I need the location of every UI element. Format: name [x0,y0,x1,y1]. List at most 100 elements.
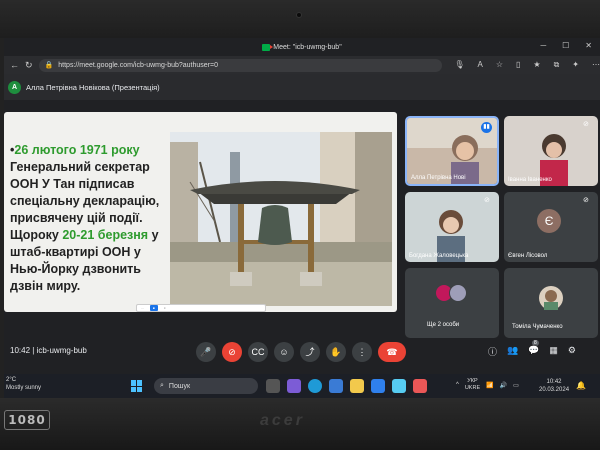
chat-icon[interactable]: 💬 [528,345,539,358]
info-icon[interactable]: ⓘ [488,345,497,358]
close-icon[interactable]: ✕ [585,41,592,50]
peace-bell-photo [170,132,392,306]
battery-icon[interactable]: ▭ [513,382,519,389]
people-icon[interactable]: 👥 [507,345,518,358]
camera-off-button[interactable]: ⊘ [222,342,242,362]
call-controls: 🎤 ⊘ CC ☺ ⤴ ✋ ⋮ ☎ [196,342,406,362]
tray-chevron-icon[interactable]: ^ [456,382,459,388]
browser-titlebar: Meet: "icb-uwmg-bub" ─ ☐ ✕ [4,38,600,56]
clock-time: 10:42 [546,379,562,385]
raise-hand-button[interactable]: ✋ [326,342,346,362]
split-screen-icon[interactable]: ▯ [516,60,520,70]
address-bar: ← ↻ 🔒 https://meet.google.com/icb-uwmg-b… [4,56,600,74]
taskbar-clock[interactable]: 10:42 20.03.2024 [539,378,569,394]
stop-sharing-button[interactable]: ■ [150,305,158,311]
search-icon: ⌕ [160,382,164,389]
windows-taskbar: 2°C Mostly sunny ⌕ Пошук ^ УКР UKRE 📶 🔊 … [4,374,600,398]
activities-icon[interactable]: ▦ [549,345,558,358]
participant-tile[interactable]: ⊘ Богдана Жаловецька [405,192,499,262]
hide-notice-button[interactable]: × [164,306,166,310]
mic-off-icon: ⊘ [484,197,490,204]
emoji-button[interactable]: ☺ [274,342,294,362]
windows-logo-icon [131,386,136,392]
resolution-badge: 1080 [4,410,50,430]
extensions-icon[interactable]: ✦ [572,60,579,70]
mic-off-icon: ⊘ [583,121,589,128]
taskbar-search[interactable]: ⌕ Пошук [154,378,258,394]
participant-name: Томіла Чумаченко [512,324,563,330]
participant-tile[interactable]: Томіла Чумаченко [504,268,598,338]
presenter-info: A Алла Петрівна Новікова (Презентація) [8,78,160,96]
wifi-icon[interactable]: 📶 [486,382,493,389]
windows-logo-icon [137,380,142,386]
url-field[interactable]: 🔒 https://meet.google.com/icb-uwmg-bub?a… [38,58,443,72]
lock-icon[interactable]: 🔒 [45,61,54,69]
presentation-slide: •26 лютого 1971 року Генеральний секрета… [4,112,397,312]
meeting-info: 10:42 | icb-uwmg-bub [10,346,87,355]
browser-tab[interactable]: Meet: "icb-uwmg-bub" [262,43,342,51]
window-controls: ─ ☐ ✕ [540,41,592,50]
participant-name: Богдана Жаловецька [409,253,469,259]
lang-line2: UKRE [464,385,481,391]
meet-control-bar: 10:42 | icb-uwmg-bub 🎤 ⊘ CC ☺ ⤴ ✋ ⋮ ☎ 8 … [4,338,600,374]
system-tray: ^ УКР UKRE 📶 🔊 ▭ [456,378,519,392]
meet-window: A Алла Петрівна Новікова (Презентація) •… [4,74,600,374]
mic-permission-icon[interactable]: 🎙 [454,60,464,70]
copilot-icon[interactable] [287,379,301,393]
volume-icon[interactable]: 🔊 [500,382,507,389]
peace-bell-illustration [170,132,392,306]
slide-text: •26 лютого 1971 року Генеральний секрета… [10,142,170,295]
presenter-avatar: A [8,80,21,94]
browser-toolbar-icons: 🎙 A ☆ ▯ ★ ⧉ ✦ ⋯ [454,60,600,70]
leave-call-button[interactable]: ☎ [378,342,406,362]
laptop-brand-logo: acer [260,412,305,429]
task-view-icon[interactable] [266,379,280,393]
captions-button[interactable]: CC [248,342,268,362]
participant-tile[interactable]: ▮▮ Алла Петрівна Нові [405,116,499,186]
meeting-time: 10:42 [10,346,31,355]
file-explorer-icon[interactable] [350,379,364,393]
search-placeholder: Пошук [168,382,191,390]
weather-widget[interactable]: 2°C Mostly sunny [6,376,41,392]
participant-tile[interactable]: ⊘ Іванна Іваненко [504,116,598,186]
tab-title: Meet: "icb-uwmg-bub" [273,43,342,51]
taskbar-apps [266,379,427,393]
language-indicator[interactable]: УКР UKRE [465,378,480,392]
slide-date: 26 лютого 1971 року [14,143,140,157]
reader-icon[interactable]: A [477,60,482,70]
participant-name: Ще 2 особи [427,322,460,328]
weather-temp: 2°C [6,377,17,383]
edge-icon[interactable] [308,379,322,393]
menu-icon[interactable]: ⋯ [592,60,600,70]
laptop-bezel-bottom: 1080 acer [0,398,600,450]
clock-date: 20.03.2024 [539,387,570,393]
speaking-indicator-icon: ▮▮ [481,122,492,133]
participant-tile-more[interactable]: Ще 2 особи [405,268,499,338]
participant-name: Іванна Іваненко [508,177,552,183]
participant-avatar: Є [537,209,561,233]
lang-line1: УКР [467,378,478,384]
participant-name: Алла Петрівна Нові [411,175,466,181]
maximize-icon[interactable]: ☐ [562,41,569,50]
mail-icon[interactable] [371,379,385,393]
share-notice-text: ··· [141,306,144,310]
avatar [449,284,467,302]
app-icon[interactable] [413,379,427,393]
screen-share-notice: ··· ■ × [136,304,266,312]
meet-favicon-icon [262,43,274,51]
more-options-button[interactable]: ⋮ [352,342,372,362]
present-button[interactable]: ⤴ [300,342,320,362]
notifications-icon[interactable]: 🔔 [576,381,586,390]
participant-tile[interactable]: Є ⊘ Євген Лісовол [504,192,598,262]
start-button[interactable] [131,380,143,392]
refresh-icon[interactable]: ↻ [25,60,33,71]
favorite-star-icon[interactable]: ☆ [496,60,503,70]
host-controls-icon[interactable]: ⚙ [568,345,576,358]
store-icon[interactable] [329,379,343,393]
mic-button[interactable]: 🎤 [196,342,216,362]
photos-icon[interactable] [392,379,406,393]
back-icon[interactable]: ← [10,60,19,70]
collections-icon[interactable]: ⧉ [554,60,560,70]
favorites-icon[interactable]: ★ [533,60,540,70]
minimize-icon[interactable]: ─ [540,41,546,50]
